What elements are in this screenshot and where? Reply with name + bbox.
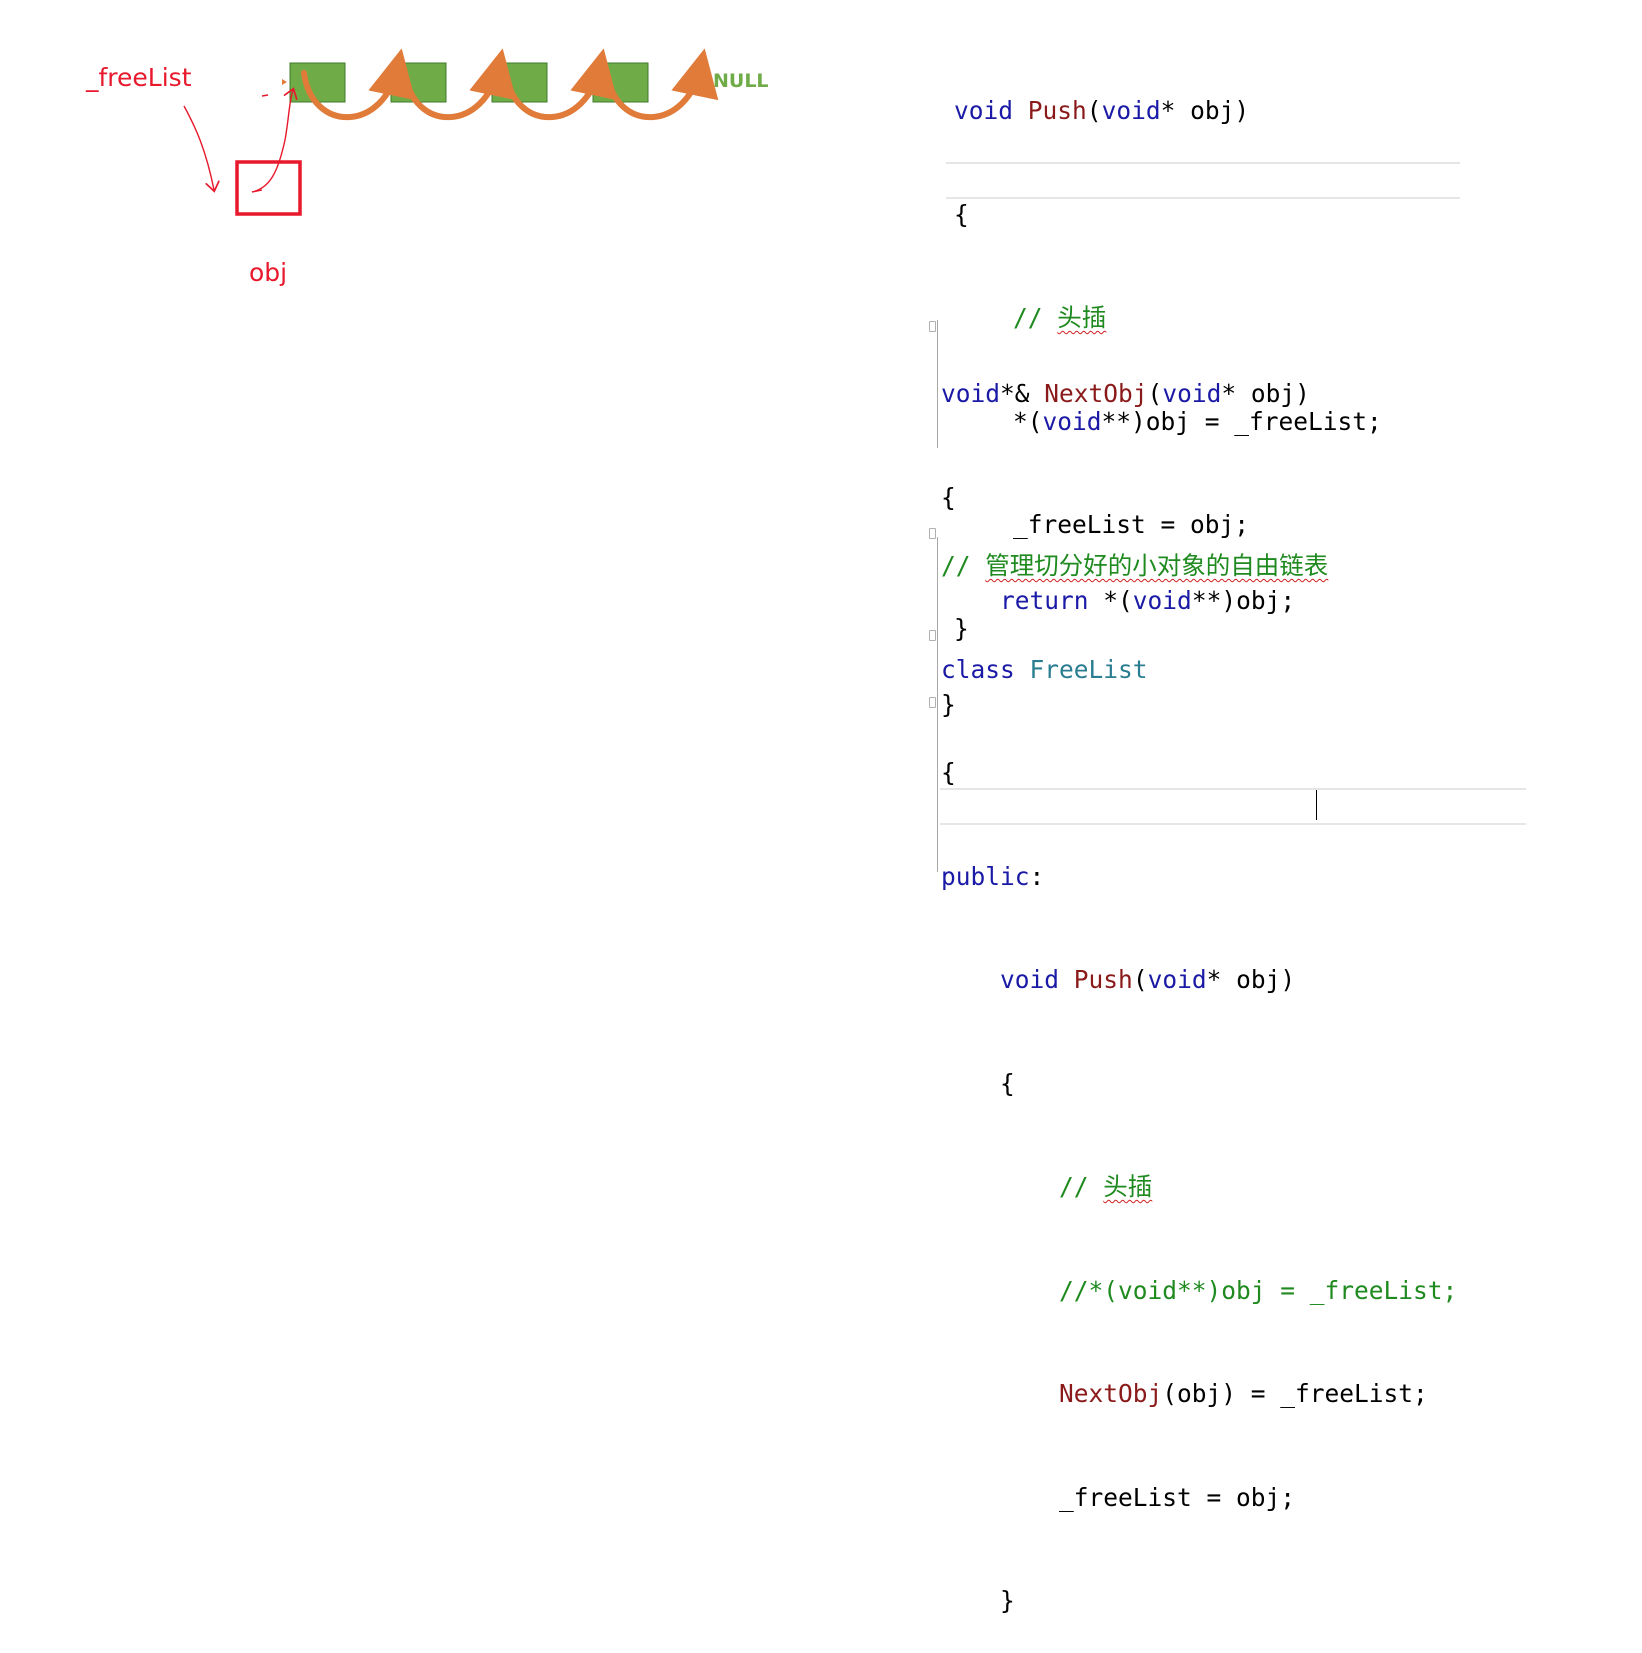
open-brace: { <box>1000 1068 1015 1098</box>
freelist-diagram <box>183 48 719 216</box>
code-line: class FreeList <box>941 653 1457 688</box>
code-block-freelist-class: // 管理切分好的小对象的自由链表 class FreeList { publi… <box>941 480 1457 1653</box>
keyword: void <box>954 96 1014 125</box>
obj-box-tick <box>251 189 263 193</box>
fold-toggle-icon[interactable] <box>929 321 936 332</box>
keyword: void <box>1147 965 1207 994</box>
code-line: { <box>954 198 1382 233</box>
code-text: (obj) = _freeList; <box>1162 1379 1428 1408</box>
comment-text: 管理切分好的小对象的自由链表 <box>985 551 1329 580</box>
code-line: { <box>941 756 1457 791</box>
freelist-label: _freeList <box>86 63 192 92</box>
code-line: void*& NextObj(void* obj) <box>941 377 1310 412</box>
open-brace: { <box>954 199 969 229</box>
code-text: * obj) <box>1221 379 1310 408</box>
function-name: NextObj <box>1059 1379 1163 1408</box>
code-text: ( <box>1147 379 1163 408</box>
comment: // 管理切分好的小对象的自由链表 <box>941 551 1328 580</box>
pointer-dash <box>261 94 269 97</box>
null-label: NULL <box>713 70 769 92</box>
code-line: // 头插 <box>941 1170 1457 1205</box>
fold-toggle-icon[interactable] <box>929 528 936 539</box>
obj-box <box>235 160 302 216</box>
scope-guide <box>937 320 938 448</box>
code-line: //*(void**)obj = _freeList; <box>941 1274 1457 1309</box>
obj-label: obj <box>249 258 288 287</box>
function-name: NextObj <box>1044 379 1148 408</box>
code-text: ( <box>1086 96 1102 125</box>
comment: //*(void**)obj = _freeList; <box>1059 1275 1458 1305</box>
function-name: Push <box>1027 96 1087 125</box>
keyword: class <box>941 654 1015 684</box>
code-line: void Push(void* obj) <box>954 94 1382 129</box>
code-line: } <box>941 1584 1457 1619</box>
keyword: public <box>941 861 1030 891</box>
keyword: void <box>1000 965 1060 994</box>
code-text: : <box>1029 861 1045 891</box>
code-line: { <box>941 1067 1457 1102</box>
function-name: Push <box>1073 965 1133 994</box>
code-line: void Push(void* obj) <box>941 963 1457 998</box>
obj-next-pointer-arrow <box>251 90 293 193</box>
code-line: public: <box>941 860 1457 895</box>
fold-toggle-icon[interactable] <box>929 697 936 708</box>
code-text: _freeList = obj; <box>1059 1482 1296 1512</box>
comment: // 头插 <box>1059 1172 1152 1201</box>
freelist-pointer-arrow <box>183 105 214 190</box>
keyword: void <box>1162 379 1222 408</box>
fold-toggle-icon[interactable] <box>929 630 936 641</box>
comment-text: 头插 <box>1103 1172 1153 1201</box>
code-text: *& <box>1000 379 1045 408</box>
class-name: FreeList <box>1029 654 1148 684</box>
code-line: _freeList = obj; <box>941 1481 1457 1516</box>
list-node <box>289 62 346 103</box>
close-brace: } <box>1000 1586 1015 1615</box>
code-text: ( <box>1132 965 1148 994</box>
code-line: // 管理切分好的小对象的自由链表 <box>941 549 1457 584</box>
keyword: void <box>1101 96 1161 125</box>
code-text: * obj) <box>1206 965 1296 994</box>
code-line: NextObj(obj) = _freeList; <box>941 1377 1457 1412</box>
comment-slashes: // <box>941 551 986 580</box>
code-text: * obj) <box>1160 96 1250 125</box>
scope-guide <box>937 537 938 872</box>
comment-slashes: // <box>1059 1172 1104 1201</box>
keyword: void <box>941 379 1001 408</box>
pointer-tick <box>282 79 287 85</box>
open-brace: { <box>941 758 956 787</box>
